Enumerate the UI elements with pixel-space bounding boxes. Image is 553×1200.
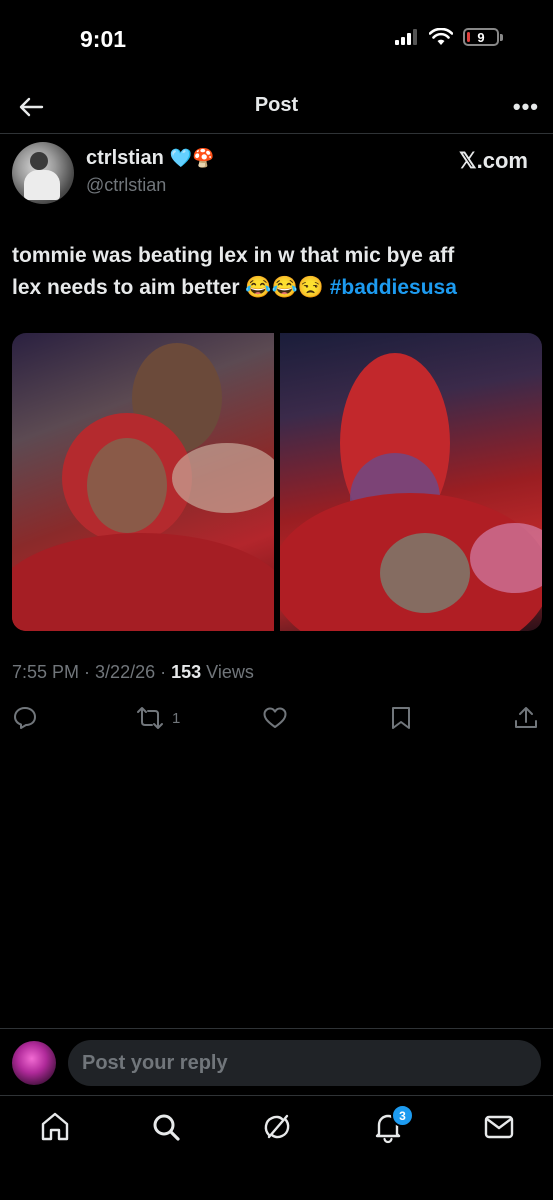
hashtag-link[interactable]: #baddiesusa [330, 276, 457, 299]
nav-notifications[interactable]: 3 [371, 1104, 414, 1144]
meta-separator: · [79, 662, 96, 682]
nav-messages[interactable] [482, 1110, 516, 1144]
post-meta: 7:55 PM · 3/22/26 · 153 Views [12, 662, 254, 683]
header-divider [0, 133, 553, 134]
bookmark-button[interactable] [389, 705, 413, 731]
search-icon [153, 1114, 180, 1141]
reply-button[interactable] [12, 705, 38, 731]
author-handle[interactable]: @ctrlstian [86, 175, 166, 196]
tweet-text: tommie was beating lex in w that mic bye… [12, 240, 542, 304]
retweet-button[interactable]: 1 [136, 705, 180, 731]
mail-icon [484, 1115, 514, 1139]
reply-icon [14, 707, 36, 729]
post-time: 7:55 PM [12, 662, 80, 682]
wifi-icon [429, 28, 453, 45]
avatar[interactable] [12, 142, 74, 204]
author-display-name[interactable]: ctrlstian 🩵🍄 [86, 147, 215, 170]
nav-search[interactable] [149, 1110, 183, 1144]
reply-placeholder: Post your reply [82, 1051, 228, 1074]
nav-home[interactable] [38, 1110, 72, 1144]
post-header: Post ••• [0, 82, 553, 130]
like-icon [263, 707, 287, 728]
author-emoji: 🩵🍄 [169, 148, 215, 168]
share-icon [515, 707, 537, 728]
bookmark-icon [392, 707, 410, 729]
post-date: 3/22/26 [95, 662, 156, 682]
retweet-icon [137, 707, 163, 729]
reply-divider [0, 1028, 553, 1029]
views-count: 153 [171, 662, 202, 682]
source-label: 𝕏.com [458, 148, 528, 173]
media-image-2[interactable] [280, 333, 542, 631]
action-bar: 1 [0, 705, 553, 737]
media-image-1[interactable] [12, 333, 274, 631]
status-time: 9:01 [80, 26, 127, 52]
grok-icon [264, 1114, 290, 1139]
signal-icon [395, 29, 417, 45]
reply-input[interactable]: Post your reply [68, 1040, 541, 1086]
tweet-text-line1: tommie was beating lex in w that mic bye… [12, 244, 455, 267]
bottom-nav: 3 [0, 1096, 553, 1200]
home-icon [41, 1112, 69, 1141]
page-title: Post [254, 94, 299, 116]
views-label: Views [201, 662, 254, 682]
more-icon[interactable]: ••• [513, 94, 539, 120]
reply-avatar [12, 1041, 56, 1085]
meta-separator: · [155, 662, 172, 682]
battery-level: 9 [477, 29, 485, 45]
tweet-text-line2: lex needs to aim better 😂😂😒 [12, 276, 330, 299]
media-gallery [12, 333, 542, 631]
author-name: ctrlstian [86, 147, 164, 169]
nav-grok[interactable] [260, 1110, 294, 1144]
status-bar: 9:01 9 [0, 0, 553, 80]
status-icons: 9 [395, 28, 503, 46]
like-button[interactable] [262, 705, 288, 731]
notifications-badge: 3 [391, 1104, 414, 1127]
share-button[interactable] [513, 705, 539, 731]
retweet-count: 1 [172, 709, 181, 727]
battery-icon: 9 [463, 28, 499, 46]
